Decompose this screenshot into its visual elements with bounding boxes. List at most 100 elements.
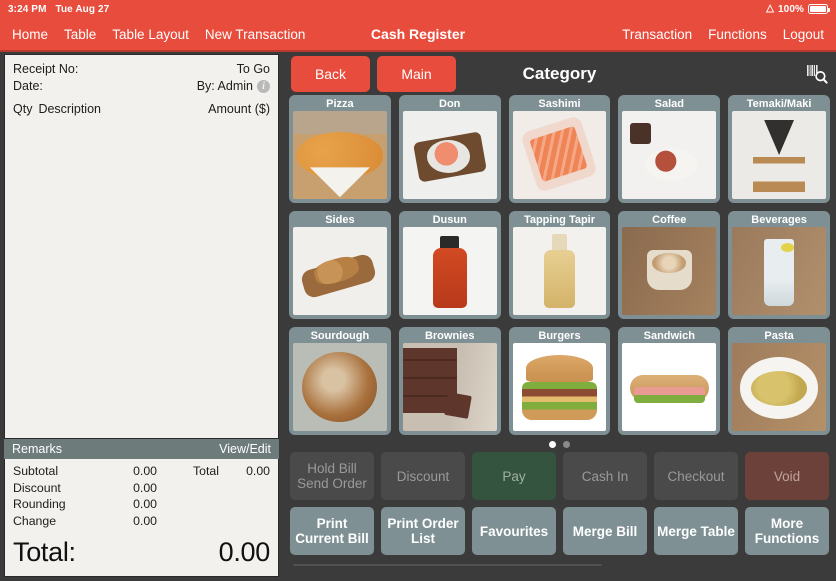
grand-total-row: Total: 0.00 [4, 531, 279, 577]
print-order-list-button[interactable]: Print Order List [381, 507, 465, 555]
category-tile-sides[interactable]: Sides [289, 211, 391, 319]
status-time: 3:24 PM [8, 3, 47, 15]
subtotal-label: Subtotal [13, 464, 59, 478]
category-tile-image [293, 111, 387, 199]
category-tile-brownies[interactable]: Brownies [398, 327, 501, 435]
category-tile-image [512, 227, 607, 315]
remarks-label: Remarks [12, 442, 63, 456]
favourites-button[interactable]: Favourites [472, 507, 556, 555]
pagination-dots [283, 435, 836, 452]
grand-total-value: 0.00 [218, 537, 271, 567]
receipt-header: Receipt No: To Go Date: By: Admin i [5, 55, 278, 97]
main-button[interactable]: Main [377, 55, 456, 92]
more-functions-button[interactable]: More Functions [745, 507, 829, 555]
category-tile-burgers[interactable]: Burgers [508, 327, 611, 435]
category-tile-image [622, 227, 717, 315]
nav-left-group: Home Table Table Layout New Transaction [0, 27, 305, 42]
void-button[interactable]: Void [745, 452, 829, 500]
category-tile-label: Sashimi [538, 98, 581, 110]
battery-percent: 100% [778, 3, 804, 15]
info-icon[interactable]: i [257, 80, 270, 93]
back-button[interactable]: Back [291, 55, 370, 92]
category-tile-temaki-maki[interactable]: Temaki/Maki [728, 95, 830, 203]
category-tile-image [622, 343, 717, 431]
category-tile-sourdough[interactable]: Sourdough [289, 327, 391, 435]
discount-label: Discount [13, 480, 61, 495]
merge-table-button[interactable]: Merge Table [654, 507, 738, 555]
category-tile-label: Don [439, 98, 461, 110]
discount-value: 0.00 [133, 480, 157, 495]
category-tile-label: Pizza [326, 98, 354, 110]
print-current-bill-button[interactable]: Print Current Bill [290, 507, 374, 555]
nav-table-layout[interactable]: Table Layout [112, 27, 189, 42]
status-bar: 3:24 PM Tue Aug 27 △ 100% [0, 0, 836, 18]
pagination-dot-1[interactable] [549, 441, 556, 448]
nav-functions[interactable]: Functions [708, 27, 767, 42]
remarks-bar[interactable]: Remarks View/Edit [4, 439, 279, 459]
discount-row: Discount 0.00 [13, 480, 270, 497]
category-tile-image [732, 343, 826, 431]
category-tile-salad[interactable]: Salad [618, 95, 721, 203]
subtotal-row: Subtotal 0.00 Total 0.00 [13, 463, 270, 480]
nav-logout[interactable]: Logout [783, 27, 824, 42]
category-tile-image [732, 227, 826, 315]
hold-bill-send-order-button[interactable]: Hold Bill Send Order [290, 452, 374, 500]
category-tile-label: Dusun [432, 214, 467, 226]
receipt-date-row: Date: By: Admin i [13, 78, 270, 95]
nav-right-group: Transaction Functions Logout [622, 27, 824, 42]
category-tile-label: Brownies [424, 330, 475, 342]
order-type-value[interactable]: To Go [237, 61, 270, 78]
category-tile-grid: Pizza Don Sashimi Salad Temaki/Maki Sides Dusu… [283, 95, 836, 435]
remarks-view-edit-link[interactable]: View/Edit [219, 442, 271, 456]
wifi-icon: △ [766, 3, 775, 14]
date-label: Date: [13, 79, 43, 93]
category-tile-label: Salad [654, 98, 684, 110]
category-tile-image [402, 111, 497, 199]
category-tile-image [293, 343, 387, 431]
category-tile-beverages[interactable]: Beverages [728, 211, 830, 319]
nav-transaction[interactable]: Transaction [622, 27, 692, 42]
receipt-no-label: Receipt No: [13, 62, 79, 76]
nav-new-transaction[interactable]: New Transaction [205, 27, 306, 42]
horizontal-scrollbar[interactable] [293, 563, 826, 567]
receipt-column-headers: Qty Description Amount ($) [5, 97, 278, 116]
action-row-secondary: Print Current Bill Print Order List Favourit… [290, 507, 829, 555]
category-tile-coffee[interactable]: Coffee [618, 211, 721, 319]
category-tile-image [512, 343, 607, 431]
subtotal-value: 0.00 [133, 464, 157, 478]
top-navigation-bar: Home Table Table Layout New Transaction … [0, 18, 836, 52]
barcode-search-icon[interactable] [806, 63, 828, 85]
pay-button[interactable]: Pay [472, 452, 556, 500]
pagination-dot-2[interactable] [563, 441, 570, 448]
category-tile-label: Temaki/Maki [746, 98, 812, 110]
category-tile-sashimi[interactable]: Sashimi [508, 95, 611, 203]
category-tile-dusun[interactable]: Dusun [398, 211, 501, 319]
column-header-amount: Amount ($) [208, 102, 270, 116]
category-tile-sandwich[interactable]: Sandwich [618, 327, 721, 435]
category-tile-pasta[interactable]: Pasta [728, 327, 830, 435]
category-tile-label: Sourdough [310, 330, 370, 342]
nav-home[interactable]: Home [12, 27, 48, 42]
merge-bill-button[interactable]: Merge Bill [563, 507, 647, 555]
receipt-items-list[interactable] [5, 116, 278, 438]
discount-button[interactable]: Discount [381, 452, 465, 500]
category-tile-image [402, 343, 497, 431]
change-label: Change [13, 513, 57, 528]
rounding-row: Rounding 0.00 [13, 496, 270, 513]
category-tile-image [512, 111, 607, 199]
category-tile-image [293, 227, 387, 315]
totals-summary: Subtotal 0.00 Total 0.00 Discount 0.00 R… [4, 459, 279, 531]
cash-in-button[interactable]: Cash In [563, 452, 647, 500]
status-date: Tue Aug 27 [55, 3, 110, 15]
category-tile-tapping-tapir[interactable]: Tapping Tapir [508, 211, 611, 319]
category-tile-image [402, 227, 497, 315]
receipt-paper: Receipt No: To Go Date: By: Admin i Qty … [4, 54, 279, 439]
change-row: Change 0.00 [13, 513, 270, 530]
checkout-button[interactable]: Checkout [654, 452, 738, 500]
rounding-value: 0.00 [133, 497, 157, 511]
total-side-value: 0.00 [246, 464, 270, 478]
category-tile-pizza[interactable]: Pizza [289, 95, 391, 203]
category-tile-don[interactable]: Don [398, 95, 501, 203]
nav-table[interactable]: Table [64, 27, 96, 42]
category-tile-label: Coffee [652, 214, 687, 226]
